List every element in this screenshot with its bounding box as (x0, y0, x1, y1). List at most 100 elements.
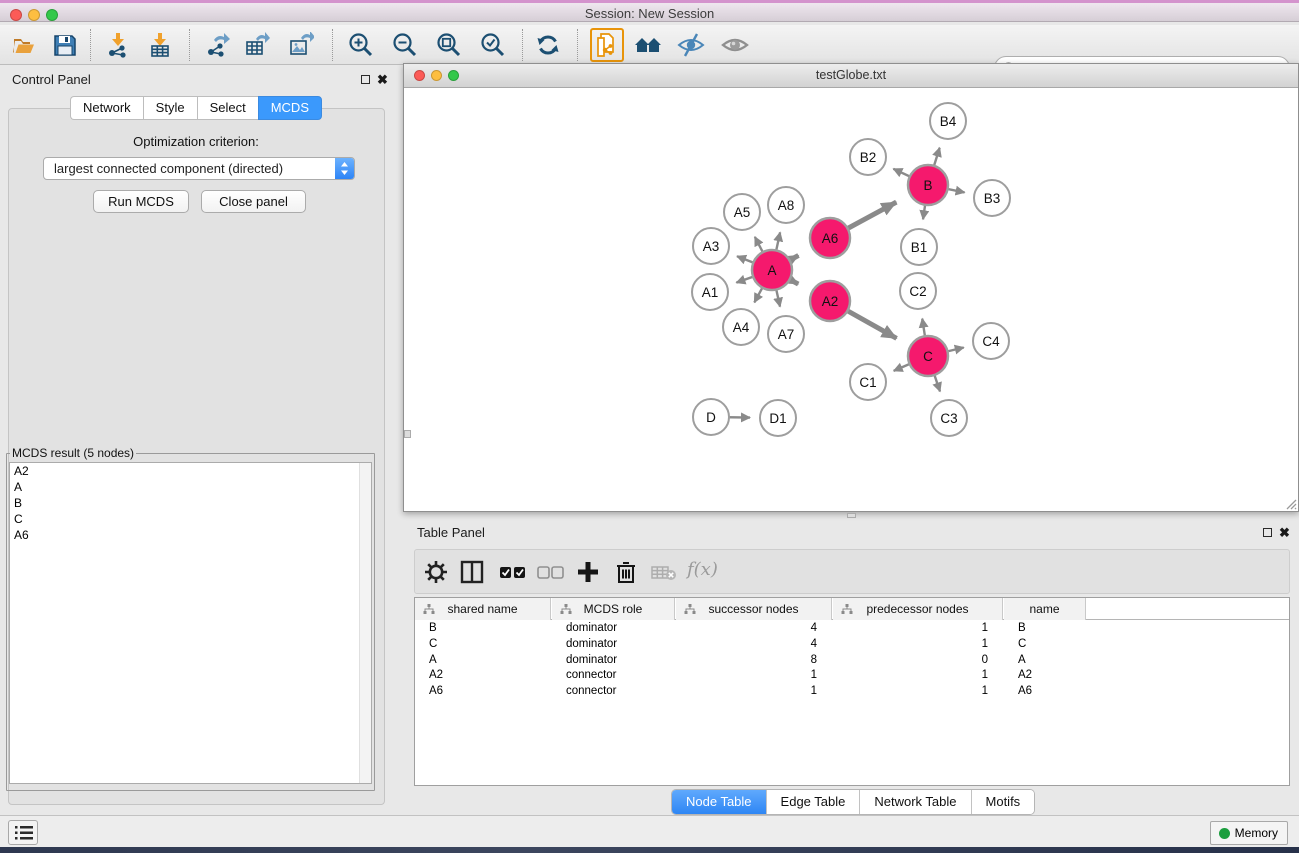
table-cell[interactable]: dominator (552, 621, 675, 637)
graph-node-A7[interactable]: A7 (768, 316, 804, 352)
tab-motifs[interactable]: Motifs (972, 790, 1035, 814)
memory-button[interactable]: Memory (1210, 821, 1288, 845)
close-panel-icon[interactable]: ✖ (1279, 527, 1290, 539)
column-header-predecessor-nodes[interactable]: predecessor nodes (833, 598, 1003, 620)
network-file-icon[interactable] (590, 28, 624, 62)
import-table-icon[interactable] (147, 32, 173, 58)
network-canvas[interactable]: B4B2BB3A8A5A6A3B1AA1C2A2A4A7C4CC1DD1C3 (404, 88, 1298, 511)
select-all-columns-icon[interactable] (498, 559, 524, 585)
save-session-icon[interactable] (52, 32, 78, 58)
table-cell[interactable]: 1 (833, 684, 1003, 700)
export-table-icon[interactable] (244, 32, 270, 58)
graph-node-A5[interactable]: A5 (724, 194, 760, 230)
graph-node-C3[interactable]: C3 (931, 400, 967, 436)
home-icon[interactable] (634, 32, 660, 58)
column-header-MCDS-role[interactable]: MCDS role (552, 598, 675, 620)
graph-node-C2[interactable]: C2 (900, 273, 936, 309)
float-panel-icon[interactable] (1263, 528, 1272, 537)
scrollbar-track[interactable] (359, 463, 371, 783)
graph-node-A4[interactable]: A4 (723, 309, 759, 345)
result-item[interactable]: B (10, 495, 371, 511)
tab-mcds[interactable]: MCDS (258, 96, 322, 120)
table-row[interactable]: Adominator80A (415, 653, 1289, 669)
close-panel-icon[interactable]: ✖ (377, 74, 388, 86)
column-settings-icon[interactable] (423, 559, 449, 585)
table-cell[interactable]: A (415, 653, 551, 669)
delete-table-icon[interactable] (650, 559, 676, 585)
table-cell[interactable]: A (1004, 653, 1086, 669)
function-builder-icon[interactable]: f(x) (687, 559, 718, 580)
tab-node-table[interactable]: Node Table (672, 790, 767, 814)
graph-node-A[interactable]: A (752, 250, 792, 290)
optimization-criterion-dropdown[interactable]: largest connected component (directed) (43, 157, 355, 180)
table-cell[interactable]: B (1004, 621, 1086, 637)
hide-graphics-detail-icon[interactable] (677, 32, 703, 58)
table-cell[interactable]: A2 (1004, 668, 1086, 684)
column-header-name[interactable]: name (1004, 598, 1086, 620)
tab-edge-table[interactable]: Edge Table (767, 790, 861, 814)
graph-node-B3[interactable]: B3 (974, 180, 1010, 216)
table-cell[interactable]: C (415, 637, 551, 653)
add-column-icon[interactable] (575, 559, 601, 585)
export-network-icon[interactable] (205, 32, 231, 58)
graph-node-D1[interactable]: D1 (760, 400, 796, 436)
table-cell[interactable]: 0 (833, 653, 1003, 669)
network-window-titlebar[interactable]: testGlobe.txt (404, 64, 1298, 88)
table-row[interactable]: Cdominator41C (415, 637, 1289, 653)
table-cell[interactable]: 1 (833, 637, 1003, 653)
table-row[interactable]: A6connector11A6 (415, 684, 1289, 700)
table-cell[interactable]: dominator (552, 637, 675, 653)
graph-node-A2[interactable]: A2 (810, 281, 850, 321)
resize-grip-icon[interactable] (1283, 496, 1297, 510)
tab-network[interactable]: Network (70, 96, 143, 120)
import-network-icon[interactable] (105, 32, 131, 58)
tab-network-table[interactable]: Network Table (860, 790, 971, 814)
table-cell[interactable]: B (415, 621, 551, 637)
zoom-fit-icon[interactable] (436, 32, 462, 58)
table-cell[interactable]: connector (552, 668, 675, 684)
table-cell[interactable]: 1 (676, 684, 832, 700)
table-cell[interactable]: C (1004, 637, 1086, 653)
zoom-in-icon[interactable] (348, 32, 374, 58)
table-cell[interactable]: 1 (833, 668, 1003, 684)
close-panel-button[interactable]: Close panel (201, 190, 306, 213)
zoom-selected-icon[interactable] (480, 32, 506, 58)
table-cell[interactable]: 1 (833, 621, 1003, 637)
table-cell[interactable]: 8 (676, 653, 832, 669)
table-cell[interactable]: dominator (552, 653, 675, 669)
table-row[interactable]: Bdominator41B (415, 621, 1289, 637)
result-item[interactable]: A2 (10, 463, 371, 479)
float-panel-icon[interactable] (361, 75, 370, 84)
graph-node-C1[interactable]: C1 (850, 364, 886, 400)
table-cell[interactable]: A2 (415, 668, 551, 684)
graph-node-B2[interactable]: B2 (850, 139, 886, 175)
refresh-layout-icon[interactable] (535, 32, 561, 58)
show-columns-icon[interactable] (459, 559, 485, 585)
graph-node-B[interactable]: B (908, 165, 948, 205)
splitter-handle[interactable] (404, 430, 411, 438)
graph-node-A1[interactable]: A1 (692, 274, 728, 310)
column-header-successor-nodes[interactable]: successor nodes (676, 598, 832, 620)
show-graphics-detail-icon[interactable] (721, 32, 747, 58)
graph-node-B1[interactable]: B1 (901, 229, 937, 265)
tab-style[interactable]: Style (143, 96, 197, 120)
run-mcds-button[interactable]: Run MCDS (93, 190, 189, 213)
graph-node-C[interactable]: C (908, 336, 948, 376)
table-cell[interactable]: connector (552, 684, 675, 700)
graph-node-A3[interactable]: A3 (693, 228, 729, 264)
graph-node-C4[interactable]: C4 (973, 323, 1009, 359)
result-item[interactable]: A (10, 479, 371, 495)
tab-select[interactable]: Select (197, 96, 258, 120)
graph-node-B4[interactable]: B4 (930, 103, 966, 139)
open-session-icon[interactable] (10, 32, 36, 58)
result-item[interactable]: A6 (10, 527, 371, 543)
zoom-out-icon[interactable] (392, 32, 418, 58)
export-image-icon[interactable] (288, 32, 314, 58)
table-row[interactable]: A2connector11A2 (415, 668, 1289, 684)
graph-node-A6[interactable]: A6 (810, 218, 850, 258)
table-cell[interactable]: 4 (676, 637, 832, 653)
delete-column-icon[interactable] (613, 559, 639, 585)
table-cell[interactable]: 4 (676, 621, 832, 637)
task-history-button[interactable] (8, 820, 38, 845)
unselect-all-columns-icon[interactable] (536, 559, 562, 585)
